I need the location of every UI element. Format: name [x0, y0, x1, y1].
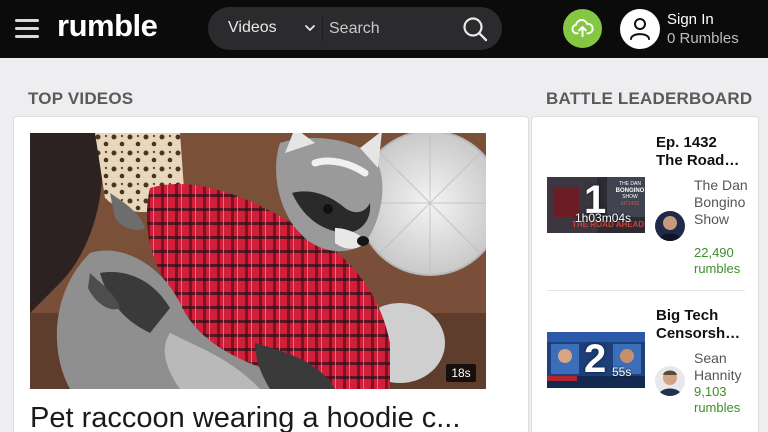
leaderboard-rank: 2: [584, 337, 607, 381]
leaderboard-divider: [547, 290, 745, 291]
top-video-thumbnail[interactable]: [30, 133, 486, 389]
top-videos-heading: TOP VIDEOS: [28, 89, 134, 108]
search-divider: [322, 15, 323, 42]
sign-in-link[interactable]: Sign In: [667, 11, 714, 28]
leaderboard-item-title[interactable]: Ep. 1432 The Road…: [656, 134, 752, 170]
user-avatar[interactable]: [620, 9, 660, 49]
rumbles-count: 22,490 rumbles: [694, 245, 741, 276]
channel-name[interactable]: Sean Hannity: [694, 350, 754, 384]
top-video-card: [13, 116, 529, 432]
raccoon-thumbnail-image: [30, 133, 486, 389]
leaderboard-thumbnail[interactable]: 2 55s: [547, 332, 645, 388]
leaderboard-thumbnail[interactable]: THE DAN BONGINO SHOW EP.1432 THE ROAD AH…: [547, 177, 645, 233]
upload-button[interactable]: [563, 9, 602, 48]
battle-leaderboard-heading: BATTLE LEADERBOARD: [546, 89, 753, 108]
rumble-logo[interactable]: rumble: [57, 8, 158, 44]
channel-avatar-image: [655, 366, 685, 396]
top-header: rumble Videos Sign In 0 Rumbles: [0, 0, 768, 58]
search-type-select[interactable]: Videos: [228, 19, 277, 37]
top-video-duration: 18s: [446, 364, 476, 382]
leaderboard-item-title[interactable]: Big Tech Censorsh…: [656, 307, 752, 343]
search-icon[interactable]: [461, 15, 489, 43]
channel-name[interactable]: The Dan Bongino Show: [694, 177, 754, 228]
thumb-text-line: SHOW: [622, 194, 638, 200]
channel-avatar-image: [655, 211, 685, 241]
upload-icon: [571, 19, 594, 38]
channel-avatar[interactable]: [655, 211, 685, 241]
leaderboard-duration: 55s: [612, 365, 632, 379]
channel-avatar[interactable]: [655, 366, 685, 396]
search-bar: Videos: [208, 7, 502, 50]
thumb-text-line: THE DAN: [619, 181, 641, 187]
leaderboard-duration: 1h03m04s: [575, 211, 632, 225]
leaderboard-title-line2: Censorsh…: [656, 325, 741, 342]
search-input[interactable]: [329, 15, 459, 42]
rumbles-count: 0 Rumbles: [667, 30, 739, 47]
chevron-down-icon[interactable]: [304, 22, 316, 34]
leaderboard-title-line1: Big Tech: [656, 307, 719, 324]
rumbles-count: 9,103 rumbles: [694, 384, 741, 415]
thumb-text-line: EP.1432: [621, 201, 640, 207]
menu-icon[interactable]: [15, 18, 39, 38]
leaderboard-title-line2: The Road…: [656, 152, 740, 169]
user-icon: [630, 18, 650, 40]
top-video-title[interactable]: Pet raccoon wearing a hoodie c...: [30, 402, 490, 432]
leaderboard-card: Ep. 1432 The Road… THE DAN BONGINO SHOW …: [531, 116, 759, 432]
leaderboard-title-line1: Ep. 1432: [656, 134, 717, 151]
